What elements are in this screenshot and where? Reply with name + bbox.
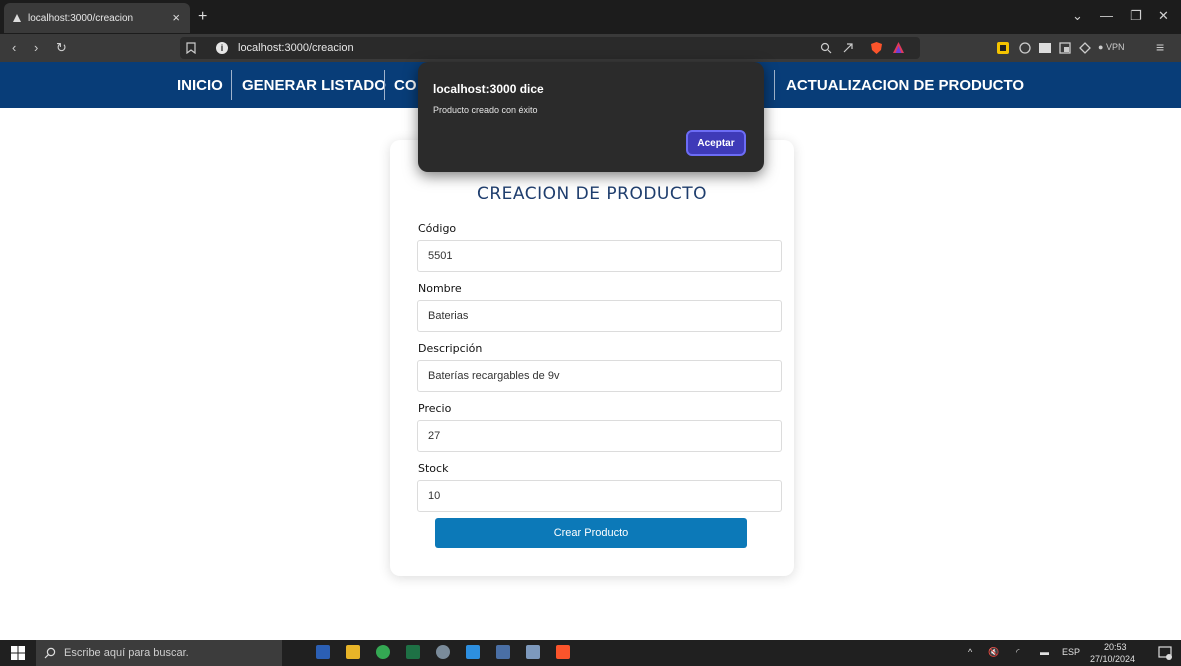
back-icon[interactable]: ‹ — [12, 40, 16, 55]
precio-label: Precio — [418, 402, 452, 415]
word-icon[interactable] — [316, 645, 330, 659]
search-icon — [44, 647, 56, 659]
search-placeholder: Escribe aquí para buscar. — [64, 647, 189, 659]
share-icon[interactable] — [842, 42, 854, 54]
leo-icon[interactable] — [1018, 41, 1032, 55]
browser-tab-bar: localhost:3000/creacion × + ⌄ — ❐ ✕ — [0, 0, 1181, 34]
browser-toolbar: ‹ › ↻ i localhost:3000/creacion ● VPN ≡ — [0, 34, 1181, 62]
nav-inicio[interactable]: INICIO — [177, 77, 223, 94]
brave-icon[interactable] — [556, 645, 570, 659]
descripcion-input[interactable] — [417, 360, 782, 392]
new-tab-button[interactable]: + — [198, 8, 207, 26]
nombre-input[interactable] — [417, 300, 782, 332]
nav-divider — [231, 70, 232, 100]
vscode-icon[interactable] — [466, 645, 480, 659]
crear-producto-button[interactable]: Crear Producto — [435, 518, 747, 548]
codigo-label: Código — [418, 222, 457, 235]
extensions-icon[interactable] — [1078, 41, 1092, 55]
form-title: CREACION DE PRODUCTO — [477, 184, 707, 204]
app-icon[interactable] — [496, 645, 510, 659]
chrome-icon[interactable] — [376, 645, 390, 659]
nav-divider — [774, 70, 775, 100]
precio-input[interactable] — [417, 420, 782, 452]
site-info-icon[interactable]: i — [216, 42, 228, 54]
windows-start-icon[interactable] — [11, 646, 25, 660]
browser-tab[interactable]: localhost:3000/creacion × — [4, 3, 190, 33]
zoom-icon[interactable] — [820, 42, 832, 54]
clock-time[interactable]: 20:53 — [1104, 642, 1127, 652]
dialog-title: localhost:3000 dice — [433, 82, 544, 96]
taskbar-search[interactable]: Escribe aquí para buscar. — [36, 640, 282, 666]
nav-divider — [384, 70, 385, 100]
nav-generar-listado[interactable]: GENERAR LISTADO — [242, 77, 386, 94]
wifi-icon[interactable]: ◜ — [1016, 647, 1020, 658]
volume-icon[interactable]: 🔇 — [988, 647, 999, 658]
tab-title: localhost:3000/creacion — [28, 12, 134, 24]
notifications-icon[interactable] — [1158, 646, 1172, 660]
file-explorer-icon[interactable] — [346, 645, 360, 659]
windows-taskbar: Escribe aquí para buscar. ^ 🔇 ◜ ▬ ESP 20… — [0, 640, 1181, 666]
tray-chevron-icon[interactable]: ^ — [968, 647, 972, 657]
descripcion-label: Descripción — [418, 342, 483, 355]
minimize-icon[interactable]: — — [1100, 8, 1113, 23]
nav-creacion[interactable]: CO — [394, 77, 417, 94]
postgresql-icon[interactable] — [526, 645, 540, 659]
wallet-icon[interactable] — [996, 41, 1010, 55]
aceptar-button[interactable]: Aceptar — [686, 130, 746, 156]
language-indicator[interactable]: ESP — [1062, 647, 1080, 657]
brave-rewards-icon[interactable] — [892, 41, 905, 54]
vpn-button[interactable]: ● VPN — [1098, 42, 1124, 52]
stock-label: Stock — [418, 462, 449, 475]
excel-icon[interactable] — [406, 645, 420, 659]
clock-date[interactable]: 27/10/2024 — [1090, 654, 1135, 664]
brave-favicon-icon — [13, 14, 21, 22]
tab-close-icon[interactable]: × — [172, 10, 180, 25]
vpn-label: VPN — [1105, 42, 1125, 52]
app-icon[interactable] — [436, 645, 450, 659]
product-form-card: CREACION DE PRODUCTO Código Nombre Descr… — [390, 140, 794, 576]
restore-icon[interactable]: ❐ — [1130, 8, 1142, 24]
bookmark-icon[interactable] — [186, 42, 196, 54]
stock-input[interactable] — [417, 480, 782, 512]
reader-icon[interactable] — [1058, 41, 1072, 55]
forward-icon[interactable]: › — [34, 40, 38, 55]
reload-icon[interactable]: ↻ — [56, 40, 67, 56]
sidebar-icon[interactable] — [1038, 41, 1052, 55]
nav-actualizacion[interactable]: ACTUALIZACION DE PRODUCTO — [786, 77, 1024, 94]
codigo-input[interactable] — [417, 240, 782, 272]
brave-shields-icon[interactable] — [870, 41, 883, 55]
tab-list-chevron-icon[interactable]: ⌄ — [1072, 8, 1083, 24]
url-text: localhost:3000/creacion — [238, 42, 354, 54]
battery-icon[interactable]: ▬ — [1040, 647, 1049, 657]
menu-icon[interactable]: ≡ — [1156, 39, 1164, 55]
window-close-icon[interactable]: ✕ — [1158, 8, 1169, 24]
nombre-label: Nombre — [418, 282, 462, 295]
dialog-message: Producto creado con éxito — [433, 105, 538, 115]
alert-dialog: localhost:3000 dice Producto creado con … — [418, 62, 764, 172]
address-bar[interactable]: i localhost:3000/creacion — [180, 37, 920, 59]
